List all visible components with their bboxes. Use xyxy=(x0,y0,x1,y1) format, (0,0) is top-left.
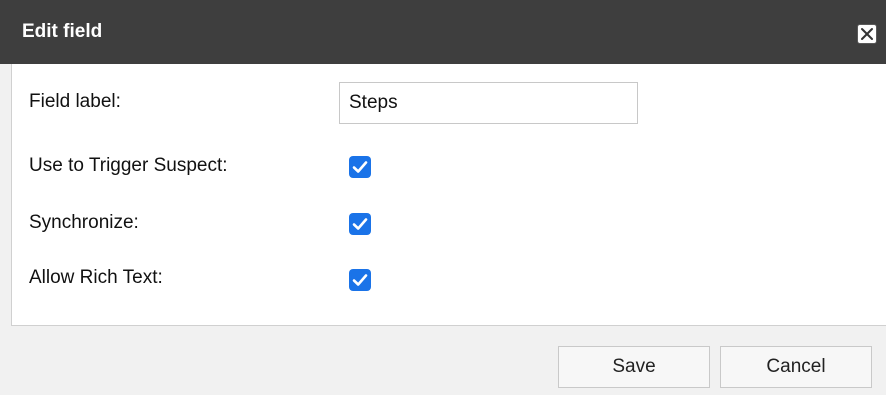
allow-rich-text-checkbox[interactable] xyxy=(349,269,371,291)
field-label-input[interactable] xyxy=(339,82,638,124)
dialog-titlebar: Edit field xyxy=(0,0,886,64)
close-x-icon xyxy=(861,28,873,40)
dialog-title: Edit field xyxy=(22,21,103,42)
checkmark-icon xyxy=(352,161,368,173)
allow-rich-text-label: Allow Rich Text: xyxy=(29,267,163,288)
close-button[interactable] xyxy=(857,24,877,44)
dialog-body: Field label: Use to Trigger Suspect: Syn… xyxy=(11,64,886,326)
trigger-suspect-checkbox[interactable] xyxy=(349,156,371,178)
field-label-label: Field label: xyxy=(29,91,121,112)
synchronize-checkbox[interactable] xyxy=(349,213,371,235)
checkmark-icon xyxy=(352,218,368,230)
edit-field-dialog: Edit field Field label: Use to Trigger S… xyxy=(0,0,886,395)
trigger-suspect-label: Use to Trigger Suspect: xyxy=(29,155,228,176)
checkmark-icon xyxy=(352,274,368,286)
cancel-button[interactable]: Cancel xyxy=(720,346,872,388)
synchronize-label: Synchronize: xyxy=(29,212,139,233)
save-button[interactable]: Save xyxy=(558,346,710,388)
